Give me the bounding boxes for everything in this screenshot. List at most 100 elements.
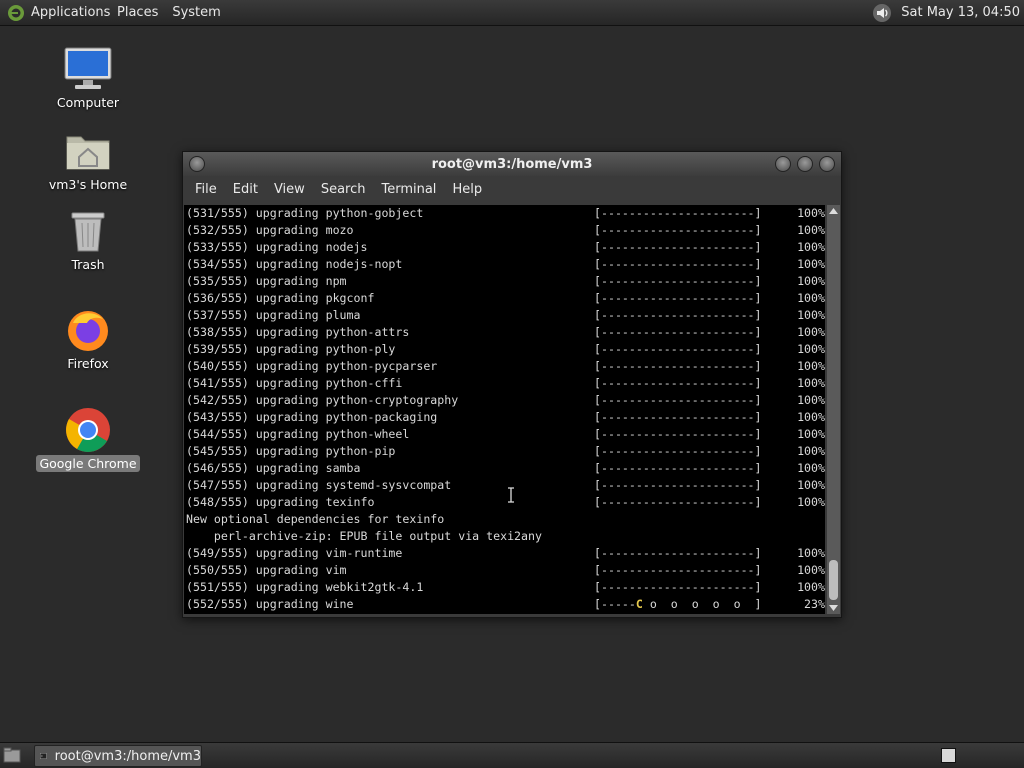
desktop-icon-label: Firefox [67, 356, 109, 371]
volume-icon[interactable] [871, 2, 893, 24]
terminal-line: (539/555) upgrading python-ply [---------… [184, 341, 825, 358]
progress-bar: [----------------------] [594, 274, 762, 288]
terminal-line-text: (546/555) upgrading samba [186, 461, 361, 475]
terminal-line: (532/555) upgrading mozo [---------------… [184, 222, 825, 239]
terminal-line-text: (538/555) upgrading python-attrs [186, 325, 410, 339]
progress-bar: [----------------------] [594, 546, 762, 560]
places-menu[interactable]: Places [110, 5, 165, 20]
terminal-scrollbar[interactable] [827, 205, 840, 614]
system-menu[interactable]: System [165, 5, 227, 20]
terminal-line: (549/555) upgrading vim-runtime [--------… [184, 545, 825, 562]
scroll-down-arrow-icon[interactable] [827, 602, 840, 614]
terminal-line-text: (543/555) upgrading python-packaging [186, 410, 438, 424]
terminal-line-text: (537/555) upgrading pluma [186, 308, 361, 322]
terminal-line-text: (533/555) upgrading nodejs [186, 240, 368, 254]
progress-bar: [----------------------] [594, 461, 762, 475]
firefox-icon [63, 307, 113, 353]
terminal-line-text: (544/555) upgrading python-wheel [186, 427, 410, 441]
top-panel: Applications Places System Sat May 13, 0… [0, 0, 1024, 26]
menu-help[interactable]: Help [444, 182, 490, 197]
terminal-line: (547/555) upgrading systemd-sysvcompat [-… [184, 477, 825, 494]
progress-bar: [----------------------] [594, 580, 762, 594]
applications-menu[interactable]: Applications [29, 5, 110, 20]
progress-percent: 100% [797, 393, 825, 407]
progress-bar: [----------------------] [594, 206, 762, 220]
progress-percent: 100% [797, 342, 825, 356]
window-menu-button[interactable] [189, 156, 205, 172]
terminal-output[interactable]: (531/555) upgrading python-gobject [-----… [184, 205, 825, 614]
terminal-menubar: File Edit View Search Terminal Help [183, 176, 841, 202]
menu-view[interactable]: View [266, 182, 313, 197]
terminal-line: (550/555) upgrading vim [----------------… [184, 562, 825, 579]
progress-percent: 100% [797, 308, 825, 322]
terminal-icon [40, 753, 47, 759]
progress-bar-filled: [----- [594, 597, 636, 611]
home-folder-icon [63, 128, 113, 174]
progress-percent: 100% [797, 444, 825, 458]
progress-percent: 100% [797, 580, 825, 594]
menu-search[interactable]: Search [313, 182, 374, 197]
text-cursor-icon [508, 487, 514, 503]
mate-logo-icon[interactable] [7, 4, 25, 22]
desktop-icon-home[interactable]: vm3's Home [28, 128, 148, 193]
desktop-icon-firefox[interactable]: Firefox [28, 307, 148, 372]
computer-icon [63, 46, 113, 92]
progress-percent: 100% [797, 325, 825, 339]
progress-bar: [----------------------] [594, 308, 762, 322]
progress-percent: 100% [797, 240, 825, 254]
progress-percent: 100% [797, 427, 825, 441]
progress-percent: 100% [797, 206, 825, 220]
progress-bar: [----------------------] [594, 478, 762, 492]
chrome-icon [63, 407, 113, 453]
menu-edit[interactable]: Edit [225, 182, 266, 197]
terminal-line-text: (534/555) upgrading nodejs-nopt [186, 257, 403, 271]
menu-file[interactable]: File [187, 182, 225, 197]
terminal-line: (537/555) upgrading pluma [--------------… [184, 307, 825, 324]
terminal-line-text: (549/555) upgrading vim-runtime [186, 546, 403, 560]
close-button[interactable] [819, 156, 835, 172]
terminal-line: (534/555) upgrading nodejs-nopt [--------… [184, 256, 825, 273]
progress-percent: 100% [797, 410, 825, 424]
terminal-line-text: (545/555) upgrading python-pip [186, 444, 396, 458]
trash-icon [63, 208, 113, 254]
clock[interactable]: Sat May 13, 04:50 [901, 5, 1020, 20]
terminal-line: (551/555) upgrading webkit2gtk-4.1 [-----… [184, 579, 825, 596]
desktop-icon-computer[interactable]: Computer [28, 46, 148, 111]
progress-percent: 100% [797, 274, 825, 288]
terminal-line: (531/555) upgrading python-gobject [-----… [184, 205, 825, 222]
maximize-button[interactable] [797, 156, 813, 172]
scrollbar-thumb[interactable] [829, 560, 838, 600]
menu-terminal[interactable]: Terminal [373, 182, 444, 197]
desktop-icon-label: Trash [71, 257, 105, 272]
terminal-line-text: (540/555) upgrading python-pycparser [186, 359, 438, 373]
terminal-line: (535/555) upgrading npm [----------------… [184, 273, 825, 290]
show-desktop-icon[interactable] [3, 747, 21, 763]
terminal-line-text: (547/555) upgrading systemd-sysvcompat [186, 478, 452, 492]
terminal-line-text: (542/555) upgrading python-cryptography [186, 393, 459, 407]
progress-bar: [----------------------] [594, 325, 762, 339]
bottom-panel: root@vm3:/home/vm3 [0, 742, 1024, 768]
minimize-button[interactable] [775, 156, 791, 172]
progress-bar: [----------------------] [594, 444, 762, 458]
workspace-switcher[interactable] [941, 748, 956, 763]
progress-bar: [----------------------] [594, 240, 762, 254]
progress-bar: [----------------------] [594, 376, 762, 390]
desktop-icon-trash[interactable]: Trash [28, 208, 148, 273]
desktop-icon-chrome[interactable]: Google Chrome [28, 407, 148, 472]
progress-percent: 100% [797, 478, 825, 492]
progress-bar-remaining: o o o o o ] [642, 597, 762, 611]
terminal-line: (541/555) upgrading python-cffi [--------… [184, 375, 825, 392]
terminal-line-text: (536/555) upgrading pkgconf [186, 291, 375, 305]
terminal-line-text: perl-archive-zip: EPUB file output via t… [186, 529, 542, 543]
scroll-up-arrow-icon[interactable] [827, 205, 840, 217]
terminal-line-text: (531/555) upgrading python-gobject [186, 206, 424, 220]
terminal-line: (543/555) upgrading python-packaging [---… [184, 409, 825, 426]
progress-bar: [----------------------] [594, 410, 762, 424]
window-titlebar[interactable]: root@vm3:/home/vm3 [183, 152, 841, 176]
progress-percent: 100% [797, 461, 825, 475]
terminal-line-text: (548/555) upgrading texinfo [186, 495, 375, 509]
progress-percent: 100% [797, 257, 825, 271]
progress-percent: 100% [797, 495, 825, 509]
panel-tray: Sat May 13, 04:50 [871, 0, 1020, 25]
taskbar-item-terminal[interactable]: root@vm3:/home/vm3 [34, 745, 202, 767]
